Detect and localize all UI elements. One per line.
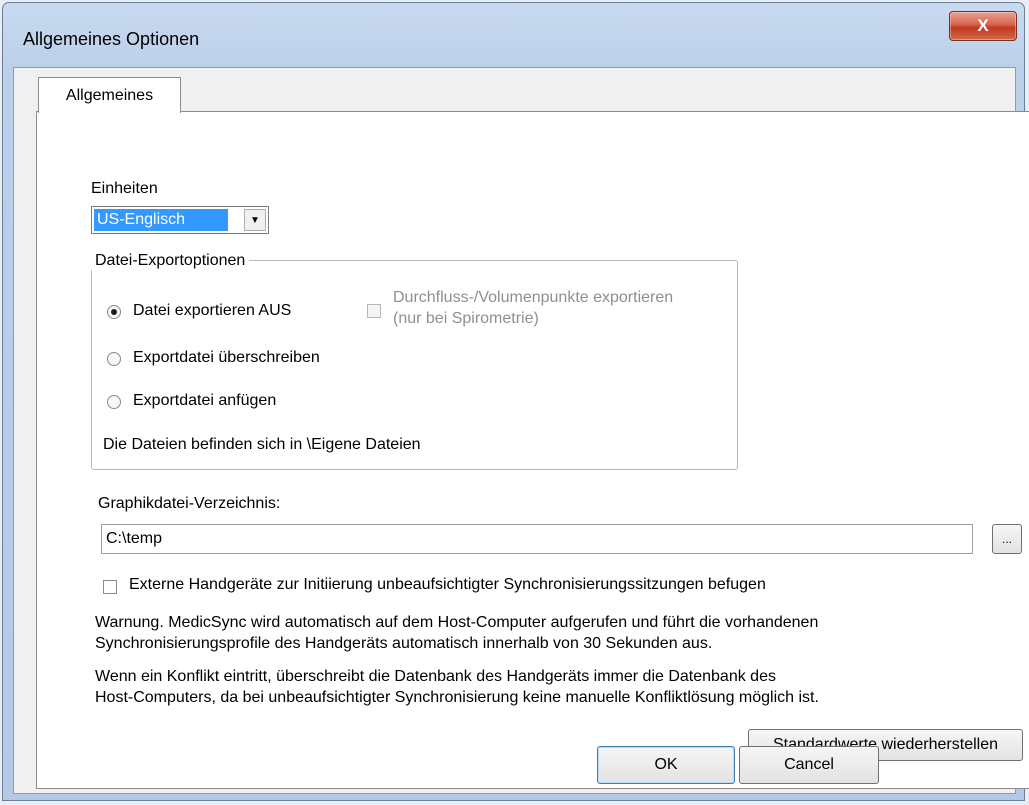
warning-text-line2: Synchronisierungsprofile des Handgeräts …	[95, 635, 713, 652]
radio-export-append[interactable]	[107, 395, 121, 409]
radio-export-off-label[interactable]: Datei exportieren AUS	[133, 302, 291, 320]
ok-button[interactable]: OK	[597, 746, 735, 784]
chevron-down-icon: ▼	[250, 214, 260, 226]
dialog-client-area: Allgemeines Einheiten US-Englisch ▼ Date…	[13, 67, 1029, 794]
tab-allgemeines[interactable]: Allgemeines	[38, 77, 181, 113]
units-dropdown[interactable]: US-Englisch ▼	[91, 206, 269, 234]
close-icon: X	[977, 16, 989, 35]
close-button[interactable]: X	[949, 11, 1017, 41]
warning-text-line1: Warnung. MedicSync wird automatisch auf …	[95, 614, 819, 631]
export-location-note: Die Dateien befinden sich in \Eigene Dat…	[103, 436, 421, 453]
dialog-window: Allgemeines Optionen X Allgemeines Einhe…	[2, 2, 1029, 801]
checkbox-flow-volume-export[interactable]	[367, 304, 381, 318]
flow-volume-label-line2: (nur bei Spirometrie)	[393, 310, 539, 327]
units-label: Einheiten	[91, 180, 158, 197]
tab-panel: Einheiten US-Englisch ▼ Datei-Exportopti…	[36, 111, 1029, 789]
radio-export-overwrite[interactable]	[107, 352, 121, 366]
radio-export-append-label[interactable]: Exportdatei anfügen	[133, 392, 276, 410]
units-selected-value: US-Englisch	[94, 209, 228, 231]
radio-export-off[interactable]	[107, 305, 121, 319]
unattended-sync-label[interactable]: Externe Handgeräte zur Initiierung unbea…	[129, 576, 766, 594]
graphics-directory-label: Graphikdatei-Verzeichnis:	[98, 495, 281, 512]
dropdown-arrow-button[interactable]: ▼	[244, 209, 266, 231]
browse-button[interactable]: ...	[992, 524, 1022, 554]
radio-export-overwrite-label[interactable]: Exportdatei überschreiben	[133, 349, 320, 367]
checkbox-unattended-sync[interactable]	[103, 580, 117, 594]
cancel-button[interactable]: Cancel	[739, 746, 879, 784]
flow-volume-label-line1: Durchfluss-/Volumenpunkte exportieren	[393, 289, 674, 306]
export-options-group-title: Datei-Exportoptionen	[91, 252, 250, 270]
conflict-text-line1: Wenn ein Konflikt eintritt, überschreibt…	[95, 668, 776, 685]
graphics-directory-input[interactable]: C:\temp	[101, 524, 973, 554]
conflict-text-line2: Host-Computers, da bei unbeaufsichtigter…	[95, 689, 819, 706]
window-title: Allgemeines Optionen	[23, 29, 200, 49]
